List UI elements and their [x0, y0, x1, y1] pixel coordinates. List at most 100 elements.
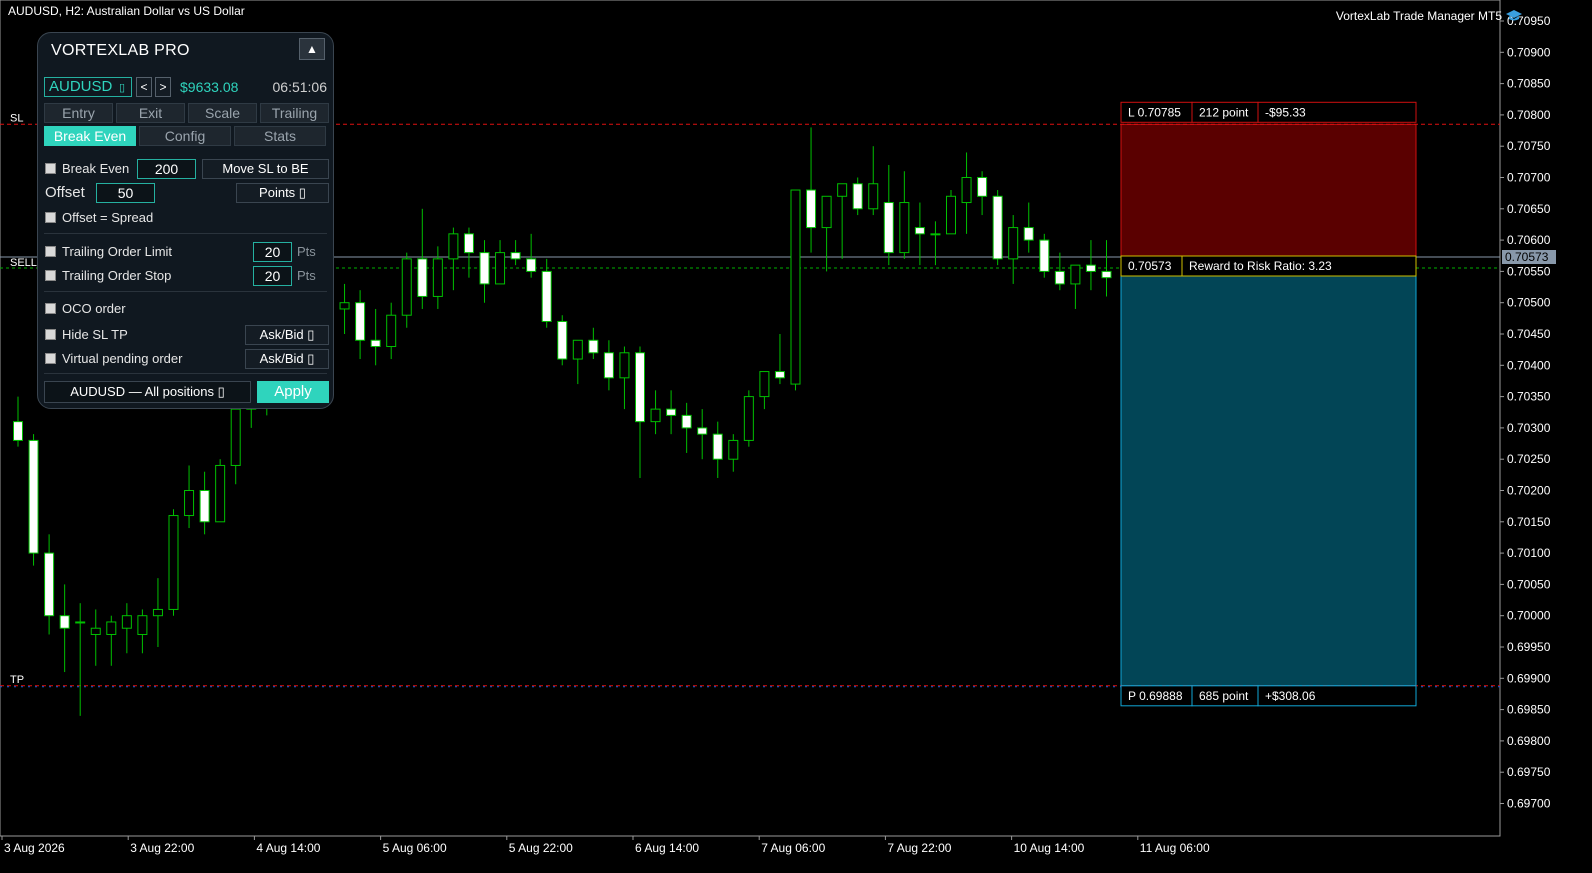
trailing-stop-input[interactable]: 20 [253, 266, 292, 286]
y-tick-label: 0.69850 [1507, 703, 1551, 717]
y-tick-label: 0.70200 [1507, 484, 1551, 498]
break-even-label: Break Even [62, 161, 130, 176]
oco-row: OCO order [45, 301, 126, 316]
candle-body [619, 352, 630, 379]
break-even-checkbox[interactable] [45, 163, 56, 174]
symbol-value: AUDUSD [49, 78, 113, 95]
trailing-stop-checkbox[interactable] [45, 270, 56, 281]
candle-body [137, 615, 148, 635]
candle-body [1101, 270, 1112, 279]
points-select[interactable]: Points ▯ [236, 183, 329, 203]
collapse-icon[interactable]: ▲ [299, 38, 325, 60]
candle-body [184, 490, 195, 517]
candle-body [90, 627, 101, 635]
candle-body [790, 189, 801, 385]
offset-spread-label: Offset = Spread [62, 210, 154, 225]
hide-sltp-label: Hide SL TP [62, 327, 128, 342]
y-tick-label: 0.70350 [1507, 390, 1551, 404]
x-tick-label: 10 Aug 14:00 [1014, 841, 1085, 855]
x-tick-label: 7 Aug 22:00 [887, 841, 951, 855]
candle-body [386, 314, 397, 348]
tab-config[interactable]: Config [139, 126, 231, 146]
candle-body [370, 339, 381, 348]
candle-body [463, 233, 474, 254]
virtual-pending-checkbox[interactable] [45, 353, 56, 364]
candle-body [44, 552, 55, 617]
y-tick-label: 0.69950 [1507, 640, 1551, 654]
candle-body [59, 615, 70, 629]
candle-body [479, 252, 490, 285]
ask-bid-select[interactable]: Ask/Bid ▯ [245, 325, 329, 345]
offset-row: Offset [45, 184, 85, 201]
tab-exit[interactable]: Exit [116, 103, 185, 123]
hide-sltp-checkbox[interactable] [45, 329, 56, 340]
candle-body [432, 258, 443, 297]
candle-body [355, 302, 366, 341]
oco-checkbox[interactable] [45, 303, 56, 314]
x-tick-label: 3 Aug 2026 [4, 841, 65, 855]
trailing-limit-input[interactable]: 20 [253, 242, 292, 262]
y-tick-label: 0.70450 [1507, 327, 1551, 341]
candle-body [603, 352, 614, 379]
y-tick-label: 0.70650 [1507, 202, 1551, 216]
candle-body [168, 515, 179, 610]
y-tick-label: 0.70400 [1507, 358, 1551, 372]
x-tick-label: 6 Aug 14:00 [635, 841, 699, 855]
candle-body [899, 202, 910, 254]
candle-body [13, 421, 23, 441]
positions-select[interactable]: AUDUSD — All positions ▯ [44, 381, 251, 403]
reward-zone [1120, 256, 1417, 687]
candle-body [712, 433, 723, 460]
candle-body [977, 177, 988, 197]
next-symbol-button[interactable]: > [155, 77, 171, 97]
sl-info-text: 212 point [1199, 105, 1249, 119]
candle-body [1085, 264, 1096, 272]
candle-body [930, 233, 941, 236]
candle-body [743, 396, 754, 441]
tab-scale[interactable]: Scale [188, 103, 257, 123]
candle-body [541, 270, 552, 322]
tab-trailing[interactable]: Trailing [260, 103, 329, 123]
x-tick-label: 5 Aug 22:00 [509, 841, 573, 855]
candle-body [992, 195, 1003, 260]
chart-title: AUDUSD, H2: Australian Dollar vs US Doll… [8, 4, 245, 18]
break-even-input[interactable]: 200 [137, 159, 196, 179]
brand-text: VortexLab Trade Manager MT5 [1335, 9, 1502, 23]
y-tick-label: 0.70750 [1507, 139, 1551, 153]
candle-body [121, 615, 132, 629]
break-even-row: Break Even [45, 161, 129, 176]
candle-body [697, 427, 708, 435]
candle-body [557, 320, 568, 360]
y-tick-label: 0.70850 [1507, 77, 1551, 91]
tab-break-even[interactable]: Break Even [44, 126, 136, 146]
candle-body [215, 464, 226, 523]
symbol-select[interactable]: AUDUSD ▯ [44, 77, 132, 97]
move-sl-to-be-button[interactable]: Move SL to BE [202, 159, 329, 179]
candle-body [1039, 239, 1050, 272]
y-tick-label: 0.69700 [1507, 797, 1551, 811]
y-tick-label: 0.70050 [1507, 577, 1551, 591]
offset-spread-checkbox[interactable] [45, 212, 56, 223]
tp-info-text: +$308.06 [1265, 689, 1316, 703]
candle-body [650, 408, 661, 423]
x-tick-label: 11 Aug 06:00 [1140, 841, 1210, 855]
virtual-pending-row: Virtual pending order [45, 351, 182, 366]
y-tick-label: 0.70250 [1507, 452, 1551, 466]
y-tick-label: 0.70900 [1507, 45, 1551, 59]
trailing-limit-row: Trailing Order Limit [45, 244, 172, 259]
ask-bid-select[interactable]: Ask/Bid ▯ [245, 349, 329, 369]
y-tick-label: 0.70000 [1507, 609, 1551, 623]
candle-body [837, 183, 848, 197]
candle-body [759, 371, 770, 398]
candle-body [339, 302, 350, 310]
y-tick-label: 0.69750 [1507, 765, 1551, 779]
offset-input[interactable]: 50 [96, 183, 155, 203]
trailing-limit-checkbox[interactable] [45, 246, 56, 257]
prev-symbol-button[interactable]: < [136, 77, 152, 97]
sell-label: SELL [10, 257, 37, 269]
apply-button[interactable]: Apply [257, 381, 329, 403]
tp-label: TP [10, 674, 24, 686]
tab-entry[interactable]: Entry [44, 103, 113, 123]
trailing-limit-label: Trailing Order Limit [62, 244, 173, 259]
tab-stats[interactable]: Stats [234, 126, 326, 146]
